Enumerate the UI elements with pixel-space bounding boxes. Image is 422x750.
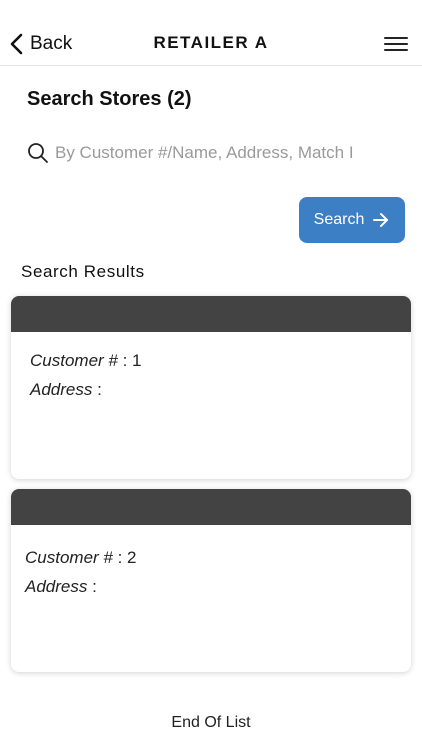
top-bar: Back RETAILER A bbox=[0, 0, 422, 66]
search-input[interactable] bbox=[55, 143, 377, 163]
card-body: Customer # : 1 Address : bbox=[11, 332, 411, 404]
address-field: Address : bbox=[25, 577, 97, 596]
address-label: Address bbox=[30, 380, 93, 399]
card-header bbox=[11, 296, 411, 332]
customer-number-value: 2 bbox=[127, 548, 137, 567]
address-field: Address : bbox=[30, 380, 102, 399]
customer-number-label: Customer # bbox=[30, 351, 118, 370]
card-header bbox=[11, 489, 411, 525]
search-icon bbox=[28, 143, 48, 163]
end-of-list-text: End Of List bbox=[171, 714, 251, 731]
search-button[interactable]: Search bbox=[299, 197, 405, 243]
arrow-right-icon bbox=[373, 213, 389, 227]
customer-number-field: Customer # : 2 bbox=[25, 548, 137, 567]
hamburger-menu-icon[interactable] bbox=[382, 33, 410, 53]
result-card[interactable]: Customer # : 1 Address : bbox=[11, 296, 411, 479]
search-stores-heading: Search Stores (2) bbox=[27, 88, 192, 110]
search-button-label: Search bbox=[313, 211, 365, 228]
customer-number-field: Customer # : 1 bbox=[30, 351, 142, 370]
menu-line bbox=[384, 49, 408, 51]
result-card[interactable]: Customer # : 2 Address : bbox=[11, 489, 411, 672]
search-field bbox=[27, 138, 377, 168]
menu-line bbox=[384, 43, 408, 45]
customer-number-value: 1 bbox=[132, 351, 142, 370]
card-body: Customer # : 2 Address : bbox=[11, 525, 411, 601]
app-screen: Back RETAILER A Search Stores (2) Search… bbox=[0, 0, 422, 750]
search-results-heading: Search Results bbox=[21, 262, 145, 281]
menu-line bbox=[384, 37, 408, 39]
customer-number-label: Customer # bbox=[25, 548, 113, 567]
page-title: RETAILER A bbox=[153, 33, 269, 52]
address-label: Address bbox=[25, 577, 88, 596]
